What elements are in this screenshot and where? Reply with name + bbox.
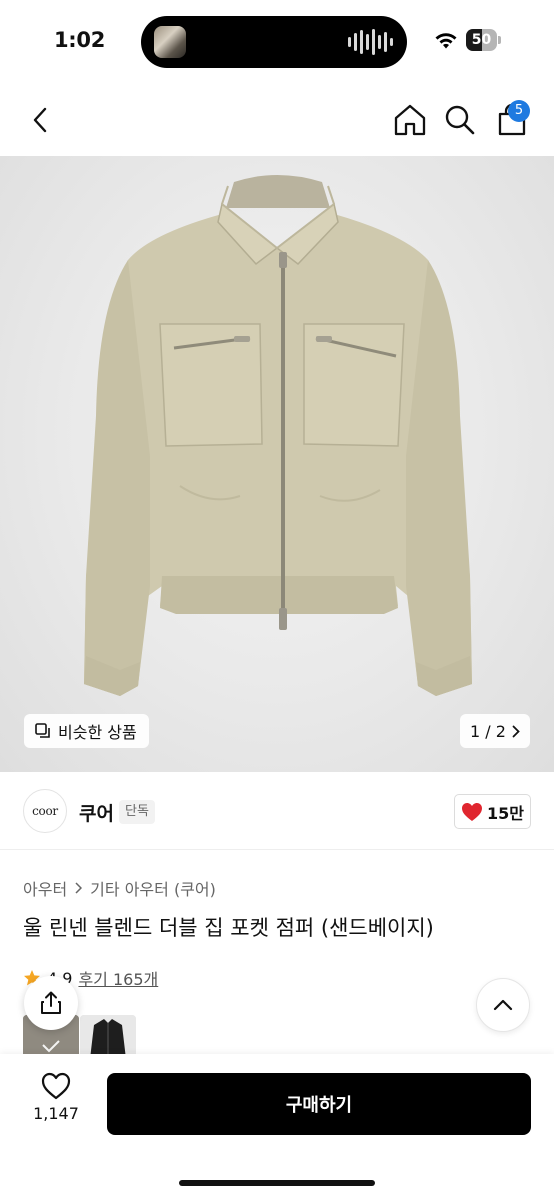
now-playing-thumbnail	[154, 26, 186, 58]
dynamic-island[interactable]	[141, 16, 407, 68]
status-bar: 1:02 50	[0, 0, 554, 84]
similar-products-label: 비슷한 상품	[58, 723, 137, 742]
breadcrumb-subcategory[interactable]: 기타 아우터 (쿠어)	[90, 876, 216, 900]
heart-filled-icon	[462, 802, 482, 821]
search-button[interactable]	[442, 101, 478, 139]
image-page-indicator[interactable]: 1 / 2	[460, 714, 530, 748]
chevron-right-icon	[512, 725, 520, 737]
heart-outline-icon	[41, 1072, 71, 1100]
copy-icon	[35, 723, 50, 738]
chevron-up-icon	[493, 999, 513, 1011]
similar-products-button[interactable]: 비슷한 상품	[24, 714, 149, 748]
share-icon	[41, 991, 61, 1014]
color-option-black[interactable]	[80, 1015, 136, 1059]
exclusive-tag: 단독	[119, 800, 155, 824]
chevron-left-icon	[33, 107, 47, 133]
audio-wave-icon	[348, 28, 393, 56]
top-nav	[0, 84, 554, 156]
share-button[interactable]	[24, 976, 78, 1030]
bottom-purchase-bar: 1,147 구매하기	[0, 1054, 554, 1200]
brand-name[interactable]: 쿠어	[79, 799, 114, 826]
brand-like-button[interactable]: 15만	[454, 794, 531, 829]
battery-icon: 50	[466, 29, 502, 51]
scroll-to-top-button[interactable]	[476, 978, 530, 1032]
wifi-icon	[435, 33, 457, 49]
wishlist-count: 1,147	[33, 1104, 79, 1123]
home-icon	[394, 104, 426, 136]
status-time: 1:02	[54, 28, 106, 52]
image-page-text: 1 / 2	[470, 721, 506, 741]
chevron-right-icon	[75, 882, 83, 894]
buy-button[interactable]: 구매하기	[107, 1073, 531, 1135]
home-indicator[interactable]	[179, 1180, 375, 1186]
cart-count-badge: 5	[508, 100, 530, 122]
product-image[interactable]	[0, 156, 554, 772]
back-button[interactable]	[22, 101, 58, 139]
jacket-photo	[84, 175, 472, 696]
breadcrumb-category[interactable]: 아우터	[23, 876, 67, 900]
brand-like-count: 15만	[487, 803, 524, 823]
home-button[interactable]	[392, 101, 428, 139]
brand-logo[interactable]: coor	[23, 789, 67, 833]
search-icon	[445, 105, 475, 135]
breadcrumb: 아우터 기타 아우터 (쿠어)	[23, 876, 216, 900]
wishlist-button[interactable]: 1,147	[26, 1072, 86, 1136]
review-count-link[interactable]: 후기 165개	[78, 966, 158, 990]
brand-row: coor 쿠어 단독 15만	[0, 772, 554, 850]
product-title: 울 린넨 블렌드 더블 집 포켓 점퍼 (샌드베이지)	[23, 916, 434, 940]
black-jacket-thumbnail	[80, 1015, 136, 1059]
battery-level: 50	[471, 32, 492, 48]
